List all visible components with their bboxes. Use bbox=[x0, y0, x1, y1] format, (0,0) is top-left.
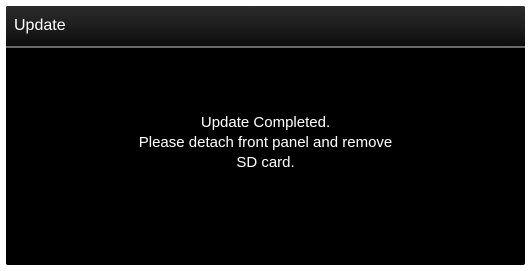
title-bar: Update bbox=[6, 6, 525, 48]
message-line-sd-card: SD card. bbox=[236, 154, 295, 171]
device-screen: Update Update Completed. Please detach f… bbox=[6, 6, 525, 265]
message-line-completed: Update Completed. bbox=[200, 114, 331, 131]
message-line-instruction: Please detach front panel and remove bbox=[138, 134, 393, 151]
status-message: Update Completed. Please detach front pa… bbox=[6, 113, 525, 173]
page-title: Update bbox=[14, 17, 66, 34]
